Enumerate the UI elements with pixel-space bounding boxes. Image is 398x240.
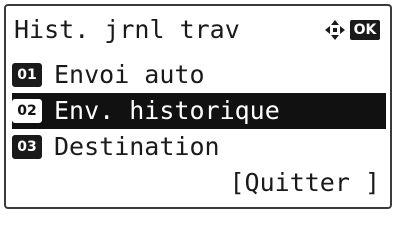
menu-item-envoi-auto[interactable]: 01 Envoi auto (12, 57, 386, 93)
menu-item-env-historique[interactable]: 02 Env. historique (12, 93, 386, 129)
quit-label: [Quitter ] (229, 168, 380, 197)
menu-item-label: Envoi auto (54, 60, 205, 89)
ok-key-icon[interactable]: OK (350, 20, 380, 40)
screen-title: Hist. jrnl trav (14, 15, 240, 44)
menu-item-destination[interactable]: 03 Destination (12, 129, 386, 165)
menu-item-label: Destination (54, 132, 220, 161)
item-number-badge: 01 (12, 63, 42, 87)
item-number-badge: 03 (12, 135, 42, 159)
quit-softkey[interactable]: [Quitter ] (10, 165, 380, 201)
item-number-badge: 02 (12, 99, 42, 123)
four-way-arrow-icon (324, 19, 346, 41)
lcd-panel: Hist. jrnl trav OK 01 Envoi auto 02 Env.… (4, 4, 392, 209)
header-bar: Hist. jrnl trav OK (14, 12, 386, 48)
menu-item-label: Env. historique (54, 96, 280, 125)
